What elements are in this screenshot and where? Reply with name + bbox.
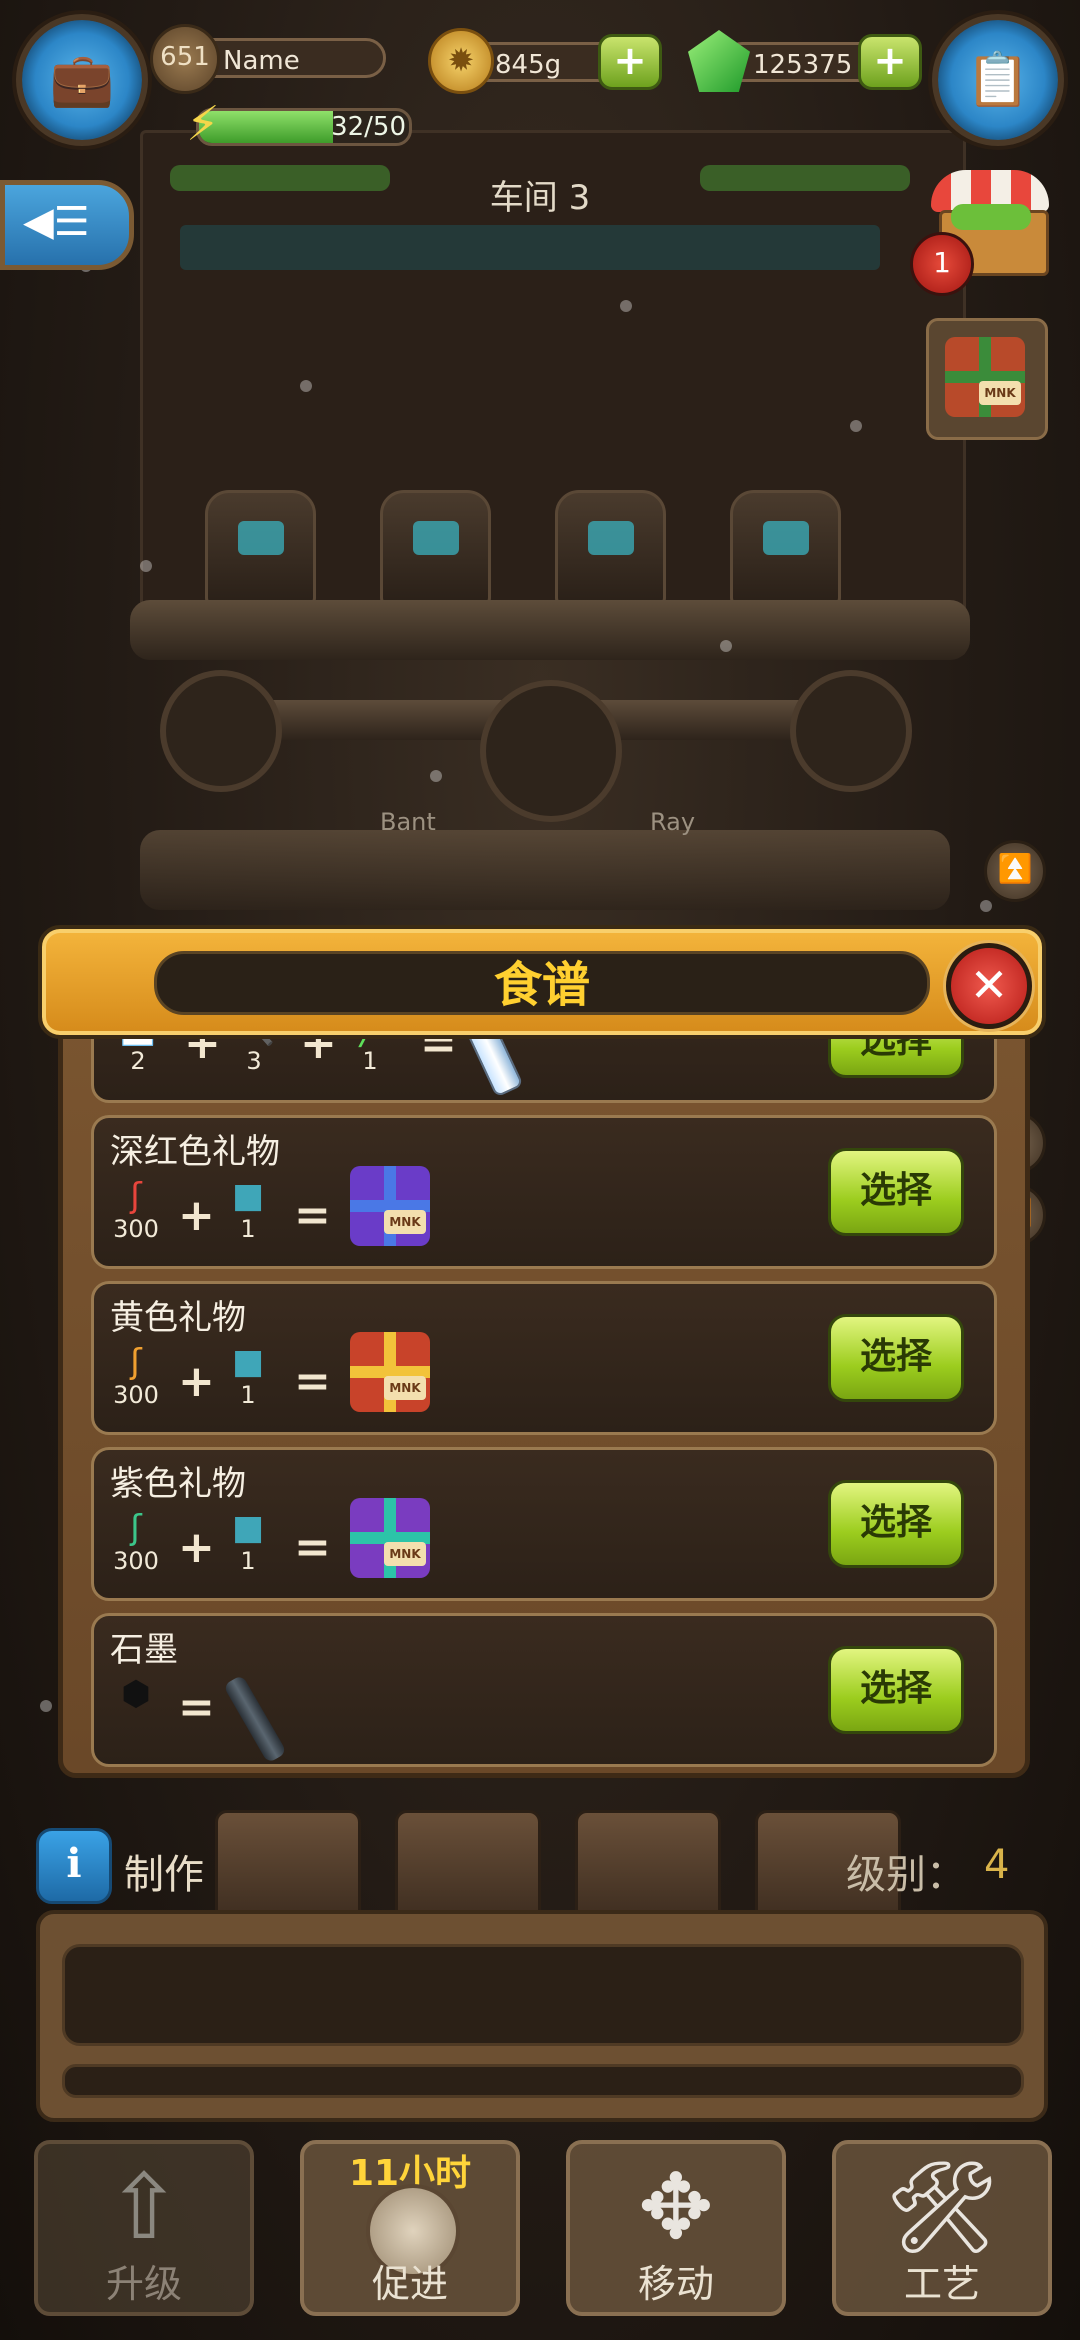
lower-machine: [140, 830, 950, 910]
machine-pod: [380, 490, 491, 606]
level-label: 级别：: [846, 1852, 966, 1898]
recipe-title: 食谱: [493, 957, 590, 1013]
candy-cane-orange-icon: ʃ: [130, 1342, 142, 1382]
recipe-card-crimson-gift: 深红色礼物 ʃ 300 + ■ 1 = MNK 选择: [91, 1115, 997, 1269]
crafting-label: 制作: [124, 1852, 204, 1898]
purple-gift-box-icon: MNK: [350, 1166, 430, 1246]
barrel: [395, 1810, 541, 1926]
move-label: 移动: [637, 2262, 714, 2306]
ingredient-candy-cane: ʃ 300: [106, 1342, 166, 1408]
small-box-icon: ■: [231, 1342, 265, 1382]
gem-amount: 125375: [753, 50, 853, 80]
worker-name-2: Ray: [650, 808, 696, 836]
graphite-rod-icon: [222, 1674, 288, 1764]
machine-pod: [205, 490, 316, 606]
upgrade-label: 升级: [105, 2262, 182, 2306]
info-button[interactable]: i: [36, 1828, 112, 1904]
recipe-card-yellow-gift: 黄色礼物 ʃ 300 + ■ 1 = MNK 选择: [91, 1281, 997, 1435]
machine-pod: [555, 490, 666, 606]
select-button[interactable]: 选择: [828, 1314, 964, 1402]
briefcase-icon: 💼: [49, 50, 115, 110]
recipe-name: 石墨: [110, 1630, 178, 1670]
select-button[interactable]: 选择: [828, 1480, 964, 1568]
coin-icon: ✹: [428, 28, 494, 94]
move-arrows-icon: ✥: [638, 2155, 714, 2260]
add-coins-button[interactable]: +: [598, 34, 662, 90]
recipe-name: 深红色礼物: [110, 1132, 280, 1172]
ingredient-candy-cane: ʃ 300: [106, 1508, 166, 1574]
produce-icon: [951, 204, 1031, 230]
select-button[interactable]: 选择: [828, 1148, 964, 1236]
select-button[interactable]: 选择: [828, 1646, 964, 1734]
player-level-badge: 651: [150, 24, 220, 94]
menu-list-icon: ◀☰: [23, 199, 90, 245]
recipe-name: 紫色礼物: [110, 1464, 246, 1504]
level-value: 4: [984, 1842, 1010, 1888]
barrel: [215, 1810, 361, 1926]
small-box-icon: ■: [231, 1508, 265, 1548]
close-button[interactable]: ✕: [946, 943, 1032, 1029]
gift-button[interactable]: MNK: [926, 318, 1048, 440]
worker-name-1: Bant: [380, 808, 436, 836]
upgrade-button[interactable]: ⇧ 升级: [34, 2140, 254, 2316]
close-icon: ✕: [969, 958, 1009, 1012]
crafting-progress-bar: [62, 2064, 1024, 2098]
player-name: Name: [223, 46, 300, 76]
lightning-icon: ⚡: [186, 96, 220, 152]
ingredient-small-box: ■ 1: [218, 1176, 278, 1242]
ingredient-small-box: ■ 1: [218, 1342, 278, 1408]
crafting-panel: [36, 1910, 1048, 2122]
add-gems-button[interactable]: +: [858, 34, 922, 90]
recipe-name: 黄色礼物: [110, 1298, 246, 1338]
boost-button[interactable]: 11小时 促进: [300, 2140, 520, 2316]
recipe-panel: 📄 2 + 🔍 3 + ╱ 1 = 选择 深红色礼物 ʃ 300 + ■ 1 =: [58, 980, 1030, 1778]
clipboard-icon: 📋: [965, 50, 1031, 110]
up-arrow-icon: ⇧: [106, 2155, 182, 2260]
player-level: 651: [160, 42, 210, 72]
coal-icon: ⬢: [121, 1674, 151, 1714]
craft-button[interactable]: 🛠 工艺: [832, 2140, 1052, 2316]
side-menu-button[interactable]: ◀☰: [0, 180, 134, 270]
ingredient-candy-cane: ʃ 300: [106, 1176, 166, 1242]
boost-label: 促进: [371, 2262, 448, 2306]
ingredient-coal: ⬢: [106, 1674, 166, 1714]
scroll-top-button[interactable]: ⏫: [984, 840, 1046, 902]
small-box-icon: ■: [231, 1176, 265, 1216]
wheel: [480, 680, 622, 822]
wrench-screwdriver-icon: 🛠: [884, 2155, 1000, 2260]
candy-cane-red-icon: ʃ: [130, 1176, 142, 1216]
ingredient-small-box: ■ 1: [218, 1508, 278, 1574]
gift-box-icon: MNK: [945, 337, 1025, 417]
recipe-title-bar: 食谱 ✕: [38, 925, 1046, 1039]
energy-text: 32/50: [331, 112, 406, 142]
window-strip: [180, 225, 880, 270]
inventory-button[interactable]: 💼: [22, 20, 142, 140]
barrel: [575, 1810, 721, 1926]
tasks-button[interactable]: 📋: [938, 20, 1058, 140]
shop-badge: 1: [910, 232, 974, 296]
wheel: [790, 670, 912, 792]
teal-gift-box-icon: MNK: [350, 1498, 430, 1578]
craft-label: 工艺: [903, 2262, 980, 2306]
recipe-card-purple-gift: 紫色礼物 ʃ 300 + ■ 1 = MNK 选择: [91, 1447, 997, 1601]
info-icon: i: [66, 1840, 82, 1887]
wheel: [160, 670, 282, 792]
machine-base: [130, 600, 970, 660]
recipe-card-graphite: 石墨 ⬢ = 选择: [91, 1613, 997, 1767]
yellow-gift-box-icon: MNK: [350, 1332, 430, 1412]
workshop-title: 车间 3: [489, 178, 591, 218]
move-button[interactable]: ✥ 移动: [566, 2140, 786, 2316]
machine-pod: [730, 490, 841, 606]
crafting-slot[interactable]: [62, 1944, 1024, 2046]
coin-amount: 845g: [495, 50, 562, 80]
candy-cane-green-icon: ʃ: [130, 1508, 142, 1548]
